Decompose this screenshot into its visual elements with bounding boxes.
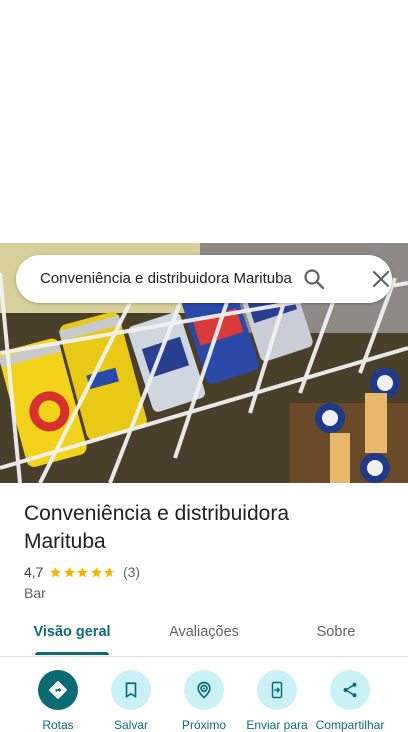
rating-row[interactable]: 4,7 (3) bbox=[24, 563, 140, 581]
tab-reviews[interactable]: Avaliações bbox=[154, 612, 254, 656]
directions-circle bbox=[38, 670, 78, 710]
place-category: Bar bbox=[24, 585, 46, 601]
directions-label: Rotas bbox=[42, 718, 74, 732]
directions-button[interactable]: Rotas bbox=[20, 670, 96, 732]
star-icon bbox=[104, 566, 116, 577]
bookmark-icon bbox=[125, 682, 137, 698]
rating-count: (3) bbox=[122, 564, 141, 580]
search-query[interactable]: Conveniência e distribuidora Marituba bbox=[40, 255, 302, 303]
tab-about[interactable]: Sobre bbox=[300, 612, 372, 656]
star-rating bbox=[49, 566, 117, 579]
star-icon bbox=[64, 566, 75, 577]
share-button[interactable]: Compartilhar bbox=[312, 670, 388, 732]
directions-icon bbox=[49, 681, 67, 699]
tab-overview[interactable]: Visão geral bbox=[23, 612, 121, 656]
share-label: Compartilhar bbox=[315, 718, 385, 732]
send-to-phone-icon bbox=[271, 681, 283, 699]
star-icon bbox=[91, 566, 102, 577]
send-to-phone-label: Enviar para bbox=[246, 718, 308, 732]
send-to-phone-button[interactable]: Enviar para bbox=[239, 670, 315, 732]
blank-top-area bbox=[0, 0, 408, 243]
star-icon bbox=[77, 566, 89, 577]
nearby-label: Próximo bbox=[181, 718, 226, 732]
share-icon bbox=[343, 682, 357, 698]
nearby-button[interactable]: Próximo bbox=[166, 670, 242, 732]
close-icon[interactable] bbox=[369, 267, 393, 291]
nearby-icon bbox=[197, 681, 211, 699]
search-bar[interactable]: Conveniência e distribuidora Marituba bbox=[16, 255, 392, 303]
save-button[interactable]: Salvar bbox=[93, 670, 169, 732]
save-label: Salvar bbox=[113, 718, 148, 732]
save-circle bbox=[111, 670, 151, 710]
share-circle bbox=[330, 670, 370, 710]
active-tab-indicator bbox=[35, 652, 109, 655]
star-icon bbox=[50, 566, 62, 577]
nearby-circle bbox=[184, 670, 224, 710]
tab-bar: Visão geral Avaliações Sobre bbox=[0, 612, 408, 657]
rating-value: 4,7 bbox=[24, 564, 44, 580]
search-icon[interactable] bbox=[302, 267, 326, 291]
send-to-phone-circle bbox=[257, 670, 297, 710]
action-bar: Rotas Salvar Próximo Enviar para Compart… bbox=[0, 670, 408, 732]
place-title: Conveniência e distribuidora Marituba bbox=[24, 502, 289, 553]
